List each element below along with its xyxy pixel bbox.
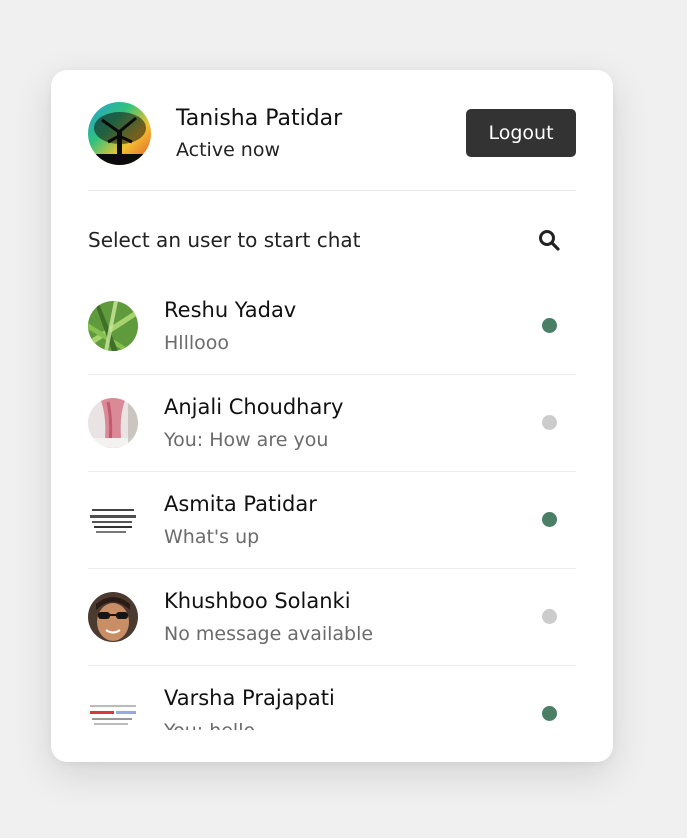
user-avatar <box>88 398 138 448</box>
user-avatar <box>88 689 138 730</box>
search-button[interactable] <box>534 225 564 255</box>
user-row[interactable]: Varsha Prajapati You: hello <box>88 666 576 730</box>
user-last-message: What's up <box>164 526 260 548</box>
user-name: Varsha Prajapati <box>164 686 335 710</box>
user-name: Asmita Patidar <box>164 492 317 516</box>
search-bar: Select an user to start chat <box>88 225 576 261</box>
status-indicator-online <box>542 706 557 721</box>
status-indicator-online <box>542 512 557 527</box>
user-last-message: Hlllooo <box>164 332 229 354</box>
current-user-name: Tanisha Patidar <box>176 106 343 131</box>
current-user-avatar <box>88 102 151 165</box>
current-user-status: Active now <box>176 139 281 161</box>
status-indicator-offline <box>542 415 557 430</box>
user-last-message: You: How are you <box>164 429 329 451</box>
status-indicator-offline <box>542 609 557 624</box>
user-row[interactable]: Anjali Choudhary You: How are you <box>88 375 576 472</box>
user-avatar <box>88 495 138 545</box>
users-list: Reshu Yadav Hlllooo Anjali Choudhary You… <box>88 278 576 730</box>
user-avatar <box>88 301 138 351</box>
user-row[interactable]: Khushboo Solanki No message available <box>88 569 576 666</box>
profile-header: Tanisha Patidar Active now Logout <box>88 102 576 191</box>
user-last-message: No message available <box>164 623 374 645</box>
user-name: Anjali Choudhary <box>164 395 344 419</box>
user-name: Khushboo Solanki <box>164 589 351 613</box>
search-prompt: Select an user to start chat <box>88 228 361 252</box>
search-icon <box>539 230 560 251</box>
user-name: Reshu Yadav <box>164 298 297 322</box>
chat-users-panel: Tanisha Patidar Active now Logout Select… <box>51 70 613 762</box>
user-avatar <box>88 592 138 642</box>
user-row[interactable]: Asmita Patidar What's up <box>88 472 576 569</box>
status-indicator-online <box>542 318 557 333</box>
logout-button[interactable]: Logout <box>466 109 576 157</box>
user-last-message: You: hello <box>164 720 255 730</box>
user-row[interactable]: Reshu Yadav Hlllooo <box>88 278 576 375</box>
